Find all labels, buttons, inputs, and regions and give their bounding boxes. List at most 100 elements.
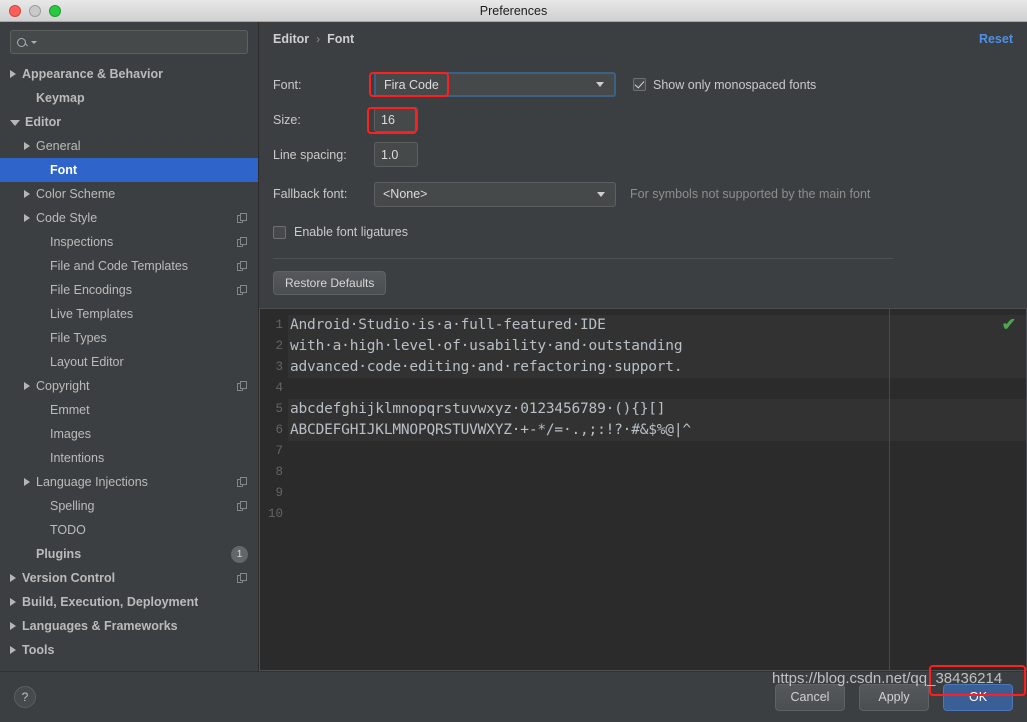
restore-defaults-button[interactable]: Restore Defaults: [273, 271, 387, 295]
chevron-right-icon[interactable]: [24, 190, 30, 198]
sidebar-item-label: Code Style: [36, 211, 98, 225]
copy-settings-icon[interactable]: [237, 572, 248, 584]
sidebar-item-keymap[interactable]: Keymap: [0, 86, 258, 110]
sidebar-item-todo[interactable]: TODO: [0, 518, 258, 542]
sidebar-item-label: Images: [50, 427, 91, 441]
sidebar-item-tools[interactable]: Tools: [0, 638, 258, 662]
sidebar-item-copyright[interactable]: Copyright: [0, 374, 258, 398]
chevron-right-icon[interactable]: [10, 646, 16, 654]
cancel-button[interactable]: Cancel: [775, 683, 845, 711]
window-titlebar: Preferences: [0, 0, 1027, 22]
copy-settings-icon[interactable]: [237, 236, 248, 248]
sidebar-item-label: Emmet: [50, 403, 90, 417]
preview-code-line: with·a·high·level·of·usability·and·outst…: [288, 336, 1026, 357]
ok-button[interactable]: OK: [943, 683, 1013, 711]
sidebar-item-file-and-code-templates[interactable]: File and Code Templates: [0, 254, 258, 278]
sidebar-item-language-injections[interactable]: Language Injections: [0, 470, 258, 494]
chevron-right-icon[interactable]: [10, 622, 16, 630]
line-number: 1: [275, 318, 283, 332]
chevron-right-icon[interactable]: [24, 382, 30, 390]
preview-code-line: ABCDEFGHIJKLMNOPQRSTUVWXYZ·+-*/=·.,;:!?·…: [288, 420, 1026, 441]
sidebar-item-label: Intentions: [50, 451, 105, 465]
copy-settings-icon[interactable]: [237, 500, 248, 512]
preview-code-line: Android·Studio·is·a·full-featured·IDE: [288, 315, 1026, 336]
preview-code-line: [288, 504, 1026, 525]
breadcrumb-parent[interactable]: Editor: [273, 32, 309, 46]
font-select[interactable]: Fira Code: [374, 72, 616, 97]
settings-sidebar: Appearance & Behavior Keymap Editor General…: [0, 22, 259, 671]
zoom-window-icon[interactable]: [49, 4, 61, 17]
fallback-select[interactable]: <None>: [374, 181, 616, 207]
copy-settings-icon[interactable]: [237, 476, 248, 488]
line-spacing-input[interactable]: [374, 142, 418, 167]
settings-content: Editor › Font Reset Font: Fira Code Show…: [259, 22, 1027, 671]
search-icon: [17, 37, 26, 47]
ligatures-row[interactable]: Enable font ligatures: [273, 216, 1013, 248]
sidebar-item-label: File Types: [50, 331, 107, 345]
settings-tree: Appearance & Behavior Keymap Editor General…: [0, 60, 258, 671]
sidebar-item-build-execution-deployment[interactable]: Build, Execution, Deployment: [0, 590, 258, 614]
preferences-window: Preferences Appearance & Behavior Keymap E…: [0, 0, 1027, 722]
sidebar-item-font[interactable]: Font: [0, 158, 258, 182]
sidebar-item-file-encodings[interactable]: File Encodings: [0, 278, 258, 302]
chevron-right-icon[interactable]: [24, 214, 30, 222]
sidebar-item-plugins[interactable]: Plugins 1: [0, 542, 258, 566]
sidebar-item-label: Spelling: [50, 499, 95, 513]
size-label: Size:: [273, 112, 301, 127]
sidebar-item-label: Editor: [25, 115, 62, 129]
chevron-down-icon: [597, 191, 605, 197]
sidebar-item-languages-frameworks[interactable]: Languages & Frameworks: [0, 614, 258, 638]
sidebar-item-layout-editor[interactable]: Layout Editor: [0, 350, 258, 374]
line-number: 6: [275, 423, 283, 437]
search-box[interactable]: [10, 30, 248, 54]
sidebar-item-label: File and Code Templates: [50, 259, 189, 273]
preview-code-area[interactable]: Android·Studio·is·a·full-featured·IDE wit…: [288, 309, 1026, 670]
sidebar-item-editor[interactable]: Editor: [0, 110, 258, 134]
copy-settings-icon[interactable]: [237, 260, 248, 272]
copy-settings-icon[interactable]: [237, 284, 248, 296]
sidebar-item-intentions[interactable]: Intentions: [0, 446, 258, 470]
breadcrumb-current: Font: [327, 31, 355, 46]
chevron-down-icon: [31, 40, 37, 44]
size-input[interactable]: [374, 107, 418, 132]
sidebar-item-live-templates[interactable]: Live Templates: [0, 302, 258, 326]
sidebar-item-version-control[interactable]: Version Control: [0, 566, 258, 590]
sidebar-item-label: Languages & Frameworks: [22, 619, 178, 633]
font-settings-form: Font: Fira Code Show only monospaced fon…: [259, 55, 1027, 295]
minimize-window-icon[interactable]: [29, 4, 41, 17]
line-number: 7: [275, 444, 283, 458]
sidebar-item-appearance-behavior[interactable]: Appearance & Behavior: [0, 62, 258, 86]
chevron-right-icon[interactable]: [24, 478, 30, 486]
chevron-down-icon[interactable]: [10, 120, 20, 126]
monospaced-checkbox-row[interactable]: Show only monospaced fonts: [633, 78, 816, 92]
font-preview[interactable]: 1 2 3 4 5 6 7 8 9 10 Android·Studio·is·a·full-fea…: [259, 308, 1027, 671]
sidebar-item-label: Plugins: [36, 547, 82, 561]
chevron-right-icon[interactable]: [24, 142, 30, 150]
sidebar-item-code-style[interactable]: Code Style: [0, 206, 258, 230]
monospaced-checkbox[interactable]: [633, 78, 646, 91]
line-spacing-label: Line spacing:: [273, 147, 347, 162]
sidebar-item-file-types[interactable]: File Types: [0, 326, 258, 350]
sidebar-item-general[interactable]: General: [0, 134, 258, 158]
copy-settings-icon[interactable]: [237, 212, 248, 224]
sidebar-item-images[interactable]: Images: [0, 422, 258, 446]
font-select-value: Fira Code: [384, 77, 439, 92]
copy-settings-icon[interactable]: [237, 380, 248, 392]
close-window-icon[interactable]: [9, 4, 21, 17]
chevron-right-icon[interactable]: [10, 598, 16, 606]
apply-button[interactable]: Apply: [859, 683, 929, 711]
sidebar-item-emmet[interactable]: Emmet: [0, 398, 258, 422]
update-count-badge: 1: [231, 545, 248, 563]
sidebar-item-color-scheme[interactable]: Color Scheme: [0, 182, 258, 206]
chevron-right-icon[interactable]: [10, 70, 16, 78]
sidebar-item-spelling[interactable]: Spelling: [0, 494, 258, 518]
reset-link[interactable]: Reset: [979, 32, 1013, 46]
sidebar-item-inspections[interactable]: Inspections: [0, 230, 258, 254]
search-input[interactable]: [41, 34, 241, 50]
right-margin-guide: [889, 309, 890, 670]
chevron-right-icon[interactable]: [10, 574, 16, 582]
ligatures-checkbox[interactable]: [273, 225, 286, 239]
help-button[interactable]: ?: [14, 686, 36, 708]
footer-button-group: Cancel Apply OK: [775, 683, 1013, 711]
line-number: 3: [275, 360, 283, 374]
